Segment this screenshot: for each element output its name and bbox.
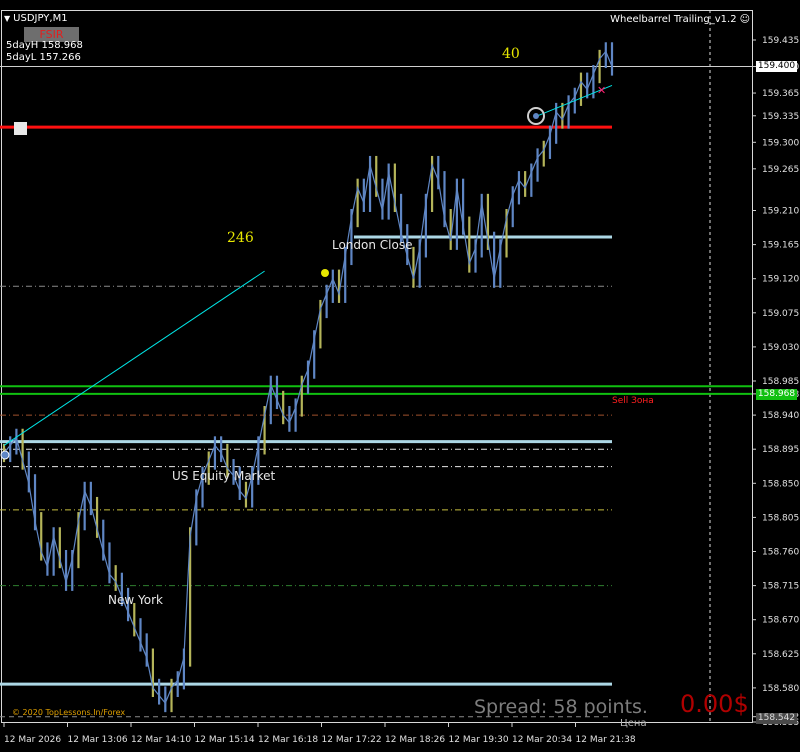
y-tick-label: 158.805 — [762, 513, 799, 523]
x-tick-label: 12 Mar 17:22 — [322, 735, 382, 745]
y-tick-label: 159.210 — [762, 207, 799, 217]
y-tick-label: 159.365 — [762, 89, 799, 99]
profit-text: 0.00$ — [680, 690, 749, 718]
y-tick-label: 159.300 — [762, 138, 799, 148]
x-tick-label: 12 Mar 19:30 — [449, 735, 509, 745]
y-tick-label: 159.265 — [762, 165, 799, 175]
indicator-title: Wheelbarrel Trailing_v1.2 ☺ — [610, 14, 750, 25]
price-axis-caption: Цена — [620, 718, 647, 729]
y-tick-label: 159.030 — [762, 343, 799, 353]
y-tick-label: 158.850 — [762, 479, 799, 489]
x-tick-label: 12 Mar 2026 — [4, 735, 61, 745]
x-tick-label: 12 Mar 14:10 — [131, 735, 191, 745]
y-tick-label: 158.940 — [762, 411, 799, 421]
copyright-text: © 2020 TopLessons.In/Forex — [12, 708, 126, 717]
trend-anchor-icon — [321, 269, 329, 277]
bottom-level-tag: 158.542 — [756, 713, 797, 724]
x-tick-label: 12 Mar 13:06 — [68, 735, 128, 745]
y-tick-label: 159.075 — [762, 309, 799, 319]
x-tick-label: 12 Mar 16:18 — [258, 735, 318, 745]
current-price-tag: 159.400 — [756, 61, 797, 72]
level-handle[interactable] — [14, 122, 27, 135]
stat-low-label: 5dayL — [6, 52, 37, 63]
session-london-close: London Close — [332, 238, 413, 252]
x-tick-label: 12 Mar 15:14 — [195, 735, 255, 745]
y-tick-label: 158.985 — [762, 377, 799, 387]
indicator-label: Wheelbarrel Trailing_v1.2 — [610, 14, 737, 25]
x-tick-label: 12 Mar 20:34 — [512, 735, 572, 745]
smiley-icon[interactable]: ☺ — [740, 14, 750, 25]
price-chart[interactable]: 159.435 159.400 159.365 159.335 159.300 159.2… — [0, 0, 800, 752]
five-day-high: 5dayH 158.968 — [6, 40, 83, 51]
five-day-low: 5dayL 157.266 — [6, 52, 81, 63]
y-tick-label: 159.165 — [762, 241, 799, 251]
symbol-row: ▼ USDJPY,M1 — [4, 13, 68, 24]
spread-text: Spread: 58 points. — [474, 696, 648, 718]
y-tick-label: 159.435 — [762, 36, 799, 46]
symbol-label: USDJPY,M1 — [13, 13, 68, 24]
x-tick-label: 12 Mar 21:38 — [576, 735, 636, 745]
entry-marker-dot — [533, 113, 539, 119]
y-tick-label: 158.760 — [762, 548, 799, 558]
stat-high-value: 158.968 — [41, 40, 83, 51]
count-top: 40 — [502, 46, 520, 62]
green-level-tag: 158.968 — [756, 389, 797, 400]
chart-background — [0, 0, 800, 752]
stat-low-value: 157.266 — [39, 52, 81, 63]
y-tick-label: 159.335 — [762, 112, 799, 122]
stat-high-label: 5dayH — [6, 40, 39, 51]
y-tick-label: 158.670 — [762, 616, 799, 626]
session-us-equity: US Equity Market — [172, 469, 276, 483]
y-tick-label: 159.120 — [762, 275, 799, 285]
x-tick-label: 12 Mar 18:26 — [385, 735, 445, 745]
trend-origin-icon — [0, 450, 10, 460]
cross-marker-icon: ✕ — [597, 84, 606, 97]
count-mid: 246 — [227, 230, 254, 246]
y-tick-label: 158.580 — [762, 684, 799, 694]
triangle-down-icon[interactable]: ▼ — [4, 13, 10, 24]
sell-zone-label: Sell Зона — [612, 396, 654, 406]
y-tick-label: 158.625 — [762, 650, 799, 660]
y-tick-label: 158.895 — [762, 445, 799, 455]
y-tick-label: 158.715 — [762, 582, 799, 592]
session-new-york: New York — [108, 593, 163, 607]
